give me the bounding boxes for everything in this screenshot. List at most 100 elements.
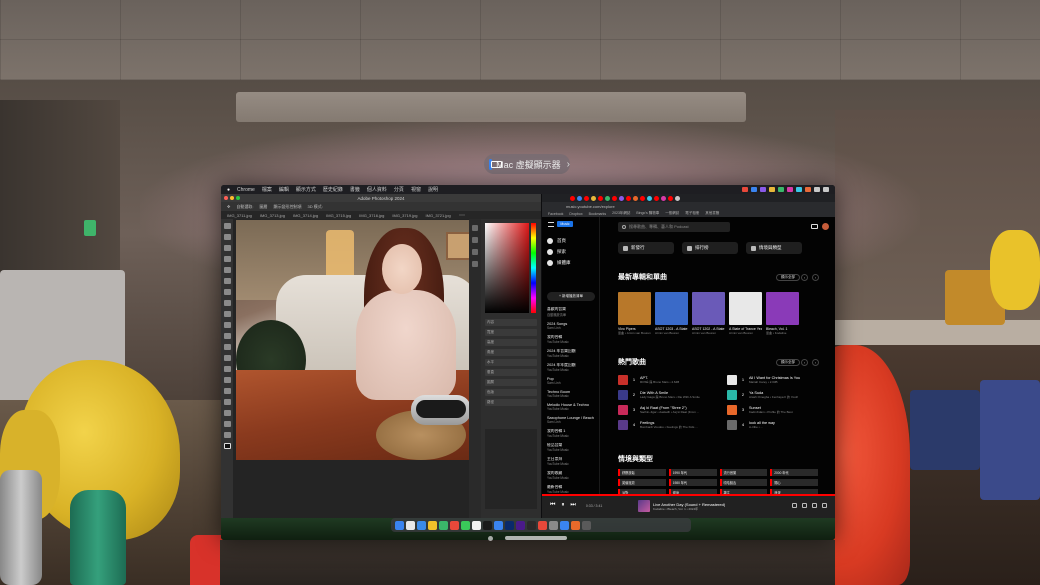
playlist-item[interactable]: 最新合輯 YouTube Music	[547, 485, 597, 494]
layers-panel[interactable]	[485, 429, 537, 509]
bookmark[interactable]: 2023年網誌	[612, 211, 630, 216]
playlist-item[interactable]: 2024 年年度回顧 YouTube Music	[547, 363, 597, 372]
foreground-color-swatch[interactable]	[223, 443, 231, 449]
playlist-item[interactable]: 我的合輯 1 YouTube Music	[547, 429, 597, 438]
browser-tab[interactable]	[577, 195, 582, 201]
history-icon[interactable]	[472, 225, 478, 231]
menu-icon[interactable]	[548, 221, 554, 227]
menu-item[interactable]: 個人資料	[367, 186, 387, 193]
lightroom-icon[interactable]	[527, 520, 536, 530]
path-select-icon[interactable]	[223, 399, 231, 405]
line-icon[interactable]	[461, 520, 470, 530]
menu-item[interactable]: 視窗	[411, 186, 421, 193]
next-icon[interactable]: ⏭	[570, 502, 575, 509]
crop-tool-icon[interactable]	[223, 267, 231, 273]
premiere-icon[interactable]	[516, 520, 525, 530]
playlist-item[interactable]: 我的收藏 YouTube Music	[547, 471, 597, 480]
minimize-button[interactable]	[230, 196, 234, 200]
song-thumbnail[interactable]	[618, 374, 628, 385]
zoom-tool-icon[interactable]	[223, 432, 231, 438]
song-row[interactable]: 3 Sunset KadmKdam • Profile 的 The Best	[727, 404, 830, 415]
browser-tab[interactable]	[640, 195, 645, 201]
browser-tab[interactable]	[584, 195, 589, 201]
messages-icon[interactable]	[439, 520, 448, 530]
album-art[interactable]	[729, 292, 762, 325]
address-bar[interactable]: music.youtube.com/explore	[542, 202, 835, 210]
bookmark[interactable]: Bookmarks	[589, 212, 607, 216]
song-thumbnail[interactable]	[618, 404, 628, 415]
now-playing[interactable]: Live Another Day (Sound + Remastered) Ko…	[638, 500, 725, 512]
album-card[interactable]: Vivo Pipers 單曲 • Armin van Buuren	[618, 292, 651, 335]
song-row[interactable]: 1 APT. ROSÉ 與 Bruno Mars • 4.64B	[618, 374, 721, 385]
song-thumbnail[interactable]	[727, 419, 737, 430]
album-art[interactable]	[655, 292, 688, 325]
browser-tab[interactable]	[675, 195, 680, 201]
chip-moods[interactable]: 情境與類型	[746, 242, 802, 254]
chip-new-releases[interactable]: 新發行	[618, 242, 674, 254]
browser-tab[interactable]	[654, 195, 659, 201]
playlist-item[interactable]: 我的合輯 YouTube Music	[547, 335, 597, 344]
nav-explore[interactable]: 探索	[547, 246, 597, 257]
browser-tab[interactable]	[591, 195, 596, 201]
playlist-item[interactable]: Pop Sam Linh	[547, 377, 597, 385]
status-icon[interactable]	[769, 187, 775, 192]
show-all-button[interactable]: 顯示全部	[776, 359, 800, 366]
marquee-tool-icon[interactable]	[223, 234, 231, 240]
now-playing-art[interactable]	[638, 500, 650, 512]
photos-icon[interactable]	[472, 520, 481, 530]
status-icon[interactable]	[796, 187, 802, 192]
app-store-icon[interactable]	[494, 520, 503, 530]
menu-item[interactable]: 顯示方式	[296, 186, 316, 193]
previous-icon[interactable]: ⏮	[550, 502, 555, 509]
hand-tool-icon[interactable]	[223, 421, 231, 427]
hue-slider[interactable]	[531, 223, 536, 313]
browser-tab[interactable]	[661, 195, 666, 201]
bookmark[interactable]: 電子相冊	[685, 211, 699, 216]
playlist-item[interactable]: 極品音樂 YouTube Music	[547, 443, 597, 452]
menu-item[interactable]: 歷史紀錄	[323, 186, 343, 193]
option-transform[interactable]: 顯示變形控制項	[273, 204, 301, 210]
bookmark[interactable]: Bingo's 購物車	[636, 211, 659, 216]
brush-tool-icon[interactable]	[223, 300, 231, 306]
album-card[interactable]: Bleach, Vol. 1 單曲 • Kodaline	[766, 292, 799, 335]
panel-row[interactable]: 路徑	[485, 399, 537, 406]
browser-tab[interactable]	[633, 195, 638, 201]
menu-item[interactable]: 編輯	[279, 186, 289, 193]
browser-tab[interactable]	[605, 195, 610, 201]
url-text[interactable]: music.youtube.com/explore	[566, 204, 615, 209]
finder-icon[interactable]	[395, 520, 404, 530]
bookmark[interactable]: Facebook	[548, 212, 563, 216]
browser-tab[interactable]	[647, 195, 652, 201]
layers-icon[interactable]	[472, 261, 478, 267]
move-tool-icon[interactable]: ✥	[227, 204, 230, 209]
eyedropper-icon[interactable]	[223, 278, 231, 284]
doc-tab[interactable]: IMG_3715.jpg	[326, 213, 351, 218]
wifi-icon[interactable]	[814, 187, 820, 192]
chip-charts[interactable]: 排行榜	[682, 242, 738, 254]
youtube-music-icon[interactable]	[538, 520, 547, 530]
avatar[interactable]	[822, 223, 829, 230]
doc-tab[interactable]: IMG_3721.jpg	[426, 213, 451, 218]
song-row[interactable]: 3 Asj ki Raat (From "Stree 2") Sachin-Jig…	[618, 404, 721, 415]
chrome-icon[interactable]	[428, 520, 437, 530]
browser-tab[interactable]	[626, 195, 631, 201]
menu-item[interactable]: 分頁	[394, 186, 404, 193]
gradient-tool-icon[interactable]	[223, 344, 231, 350]
doc-tab[interactable]: IMG_3716.jpg	[359, 213, 384, 218]
panel-row[interactable]: 色版	[485, 389, 537, 396]
photo-canvas[interactable]	[236, 220, 478, 460]
shape-tool-icon[interactable]	[223, 410, 231, 416]
album-card[interactable]: ASOT 1203 - A State of Trance Episode Ar…	[655, 292, 688, 335]
status-icon[interactable]	[787, 187, 793, 192]
status-icon[interactable]	[742, 187, 748, 192]
song-thumbnail[interactable]	[727, 389, 737, 400]
search-input[interactable]: 搜尋歌曲、專輯、藝人和 Podcast	[618, 222, 730, 232]
playlist-item[interactable]: 2024 Songs Sam Linh	[547, 322, 597, 330]
shuffle-icon[interactable]	[812, 503, 817, 508]
option-3d-mode[interactable]: 3D 模式:	[307, 204, 322, 210]
mac-virtual-display[interactable]: ● Chrome 檔案 編輯 顯示方式 歷史紀錄 書籤 個人資料 分頁 視窗 說…	[221, 185, 835, 540]
playlist-item[interactable]: Saxophone Lounge / Beach Sam Linh	[547, 416, 597, 424]
status-icon[interactable]	[778, 187, 784, 192]
panel-row[interactable]: 水平	[485, 359, 537, 366]
ytm-logo[interactable]: Music	[548, 221, 573, 227]
